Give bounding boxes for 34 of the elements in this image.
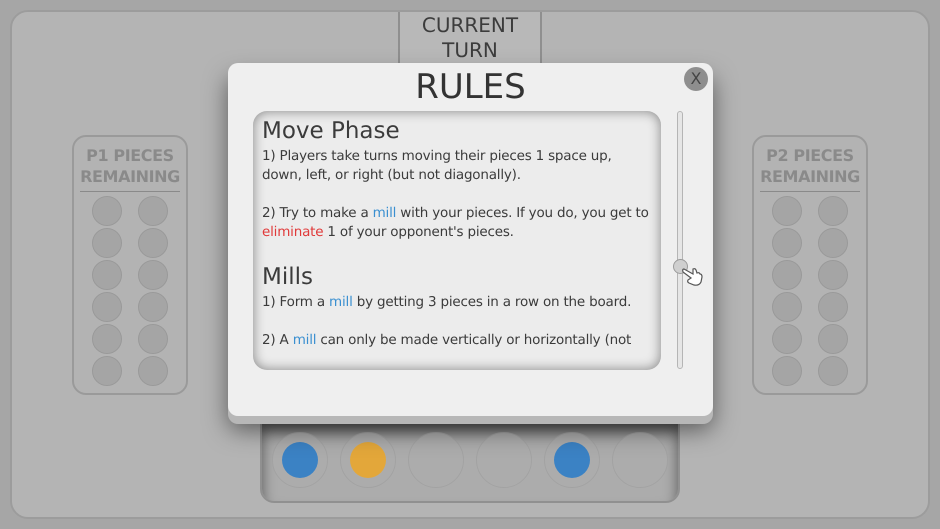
empty-slot-icon [138, 260, 168, 290]
empty-slot-icon [818, 292, 848, 322]
rule-paragraph: 1) Players take turns moving their pieces 1 space up, down, left, or right (but not diagonally). [262, 147, 613, 185]
empty-slot-icon [772, 196, 802, 226]
close-button[interactable]: X [684, 67, 708, 91]
empty-slot-icon [818, 260, 848, 290]
rule-paragraph: 1) Form a mill by getting 3 pieces in a row on the board. [262, 293, 632, 312]
dialog-title: RULES [415, 70, 526, 104]
empty-slot-icon [818, 196, 848, 226]
empty-slot-icon [92, 260, 122, 290]
empty-slot-icon [818, 228, 848, 258]
empty-slot-icon [92, 228, 122, 258]
empty-slot-icon [138, 356, 168, 386]
empty-slot-icon [772, 260, 802, 290]
scroll-thumb[interactable] [672, 259, 688, 274]
empty-slot-icon [138, 324, 168, 354]
section-heading: Move Phase [262, 117, 401, 146]
empty-slot-icon [138, 292, 168, 322]
empty-slot-icon [772, 324, 802, 354]
empty-slot-icon [138, 228, 168, 258]
empty-slot-icon [818, 356, 848, 386]
section-heading: Mills [262, 263, 314, 292]
empty-slot-icon [818, 324, 848, 354]
empty-slot-icon [92, 356, 122, 386]
rule-paragraph: 2) Try to make a mill with your pieces. If you do, you get to eliminate 1 of your opponent's pieces. [262, 204, 650, 242]
empty-slot-icon [772, 356, 802, 386]
empty-slot-icon [92, 324, 122, 354]
empty-slot-icon [772, 228, 802, 258]
empty-slot-icon [772, 292, 802, 322]
empty-slot-icon [92, 196, 122, 226]
scrollbar[interactable] [677, 111, 684, 369]
empty-slot-icon [92, 292, 122, 322]
empty-slot-icon [138, 196, 168, 226]
rule-paragraph: 2) A mill can only be made vertically or horizontally (not [262, 331, 632, 350]
